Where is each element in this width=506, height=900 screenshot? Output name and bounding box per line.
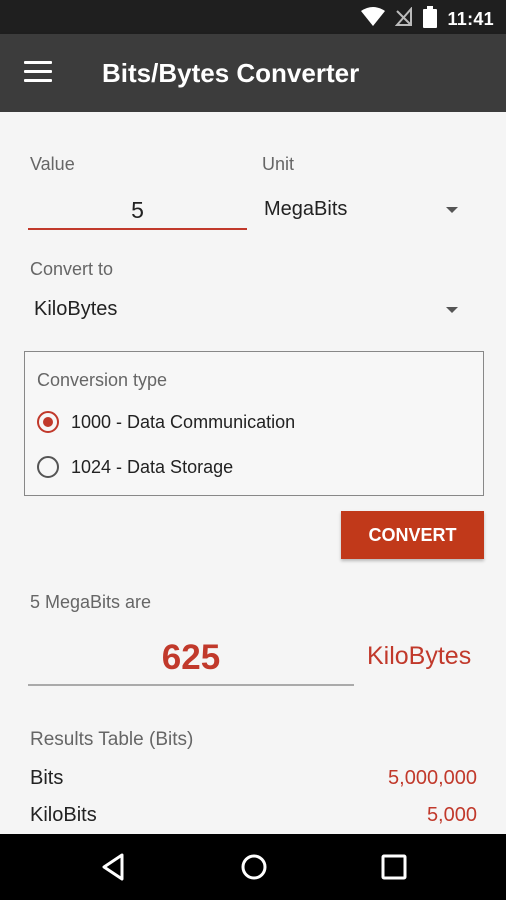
radio-unchecked-icon[interactable]	[37, 456, 59, 478]
result-value: 625	[28, 632, 354, 686]
status-time: 11:41	[447, 9, 494, 29]
row-value: 5,000	[426, 804, 477, 826]
radio-checked-icon[interactable]	[37, 411, 59, 433]
radio-option-label: 1000 - Data Communication	[71, 411, 296, 432]
conversion-type-title: Conversion type	[37, 370, 168, 390]
convert-button[interactable]: CONVERT	[341, 511, 484, 559]
radio-option-label: 1024 - Data Storage	[71, 456, 234, 477]
battery-icon	[423, 6, 438, 33]
main-content: Value Unit MegaBits Convert to KiloBytes…	[0, 112, 506, 834]
table-row: Bits 5,000,000	[30, 767, 477, 795]
result-unit: KiloBytes	[367, 642, 472, 670]
back-icon[interactable]	[98, 851, 130, 883]
row-value: 5,000,000	[388, 767, 477, 789]
results-table-title: Results Table (Bits)	[30, 729, 194, 750]
app-title: Bits/Bytes Converter	[102, 58, 360, 88]
radio-option-1000[interactable]: 1000 - Data Communication	[37, 407, 295, 437]
recents-icon[interactable]	[378, 851, 410, 883]
row-name: KiloBits	[30, 804, 97, 826]
value-input[interactable]	[28, 192, 247, 230]
convert-to-label: Convert to	[30, 259, 114, 279]
unit-dropdown[interactable]: MegaBits	[258, 192, 458, 228]
radio-option-1024[interactable]: 1024 - Data Storage	[37, 452, 233, 482]
navigation-bar	[0, 834, 506, 900]
dropdown-arrow-icon	[446, 307, 458, 313]
table-row: KiloBits 5,000	[30, 804, 477, 832]
result-caption: 5 MegaBits are	[30, 592, 152, 612]
app-bar: Bits/Bytes Converter	[0, 34, 506, 112]
no-signal-icon	[395, 6, 413, 32]
home-icon[interactable]	[238, 851, 270, 883]
hamburger-menu-icon[interactable]	[24, 61, 52, 83]
convert-to-dropdown-value: KiloBytes	[34, 298, 118, 320]
unit-label: Unit	[262, 154, 295, 174]
status-icons: 11:41	[361, 6, 494, 33]
status-bar: 11:41	[0, 0, 506, 34]
wifi-icon	[361, 7, 386, 32]
value-label: Value	[30, 154, 75, 174]
unit-dropdown-value: MegaBits	[264, 198, 348, 220]
convert-to-dropdown[interactable]: KiloBytes	[28, 292, 458, 328]
dropdown-arrow-icon	[446, 207, 458, 213]
conversion-type-box: Conversion type 1000 - Data Communicatio…	[24, 351, 484, 496]
row-name: Bits	[30, 767, 64, 789]
